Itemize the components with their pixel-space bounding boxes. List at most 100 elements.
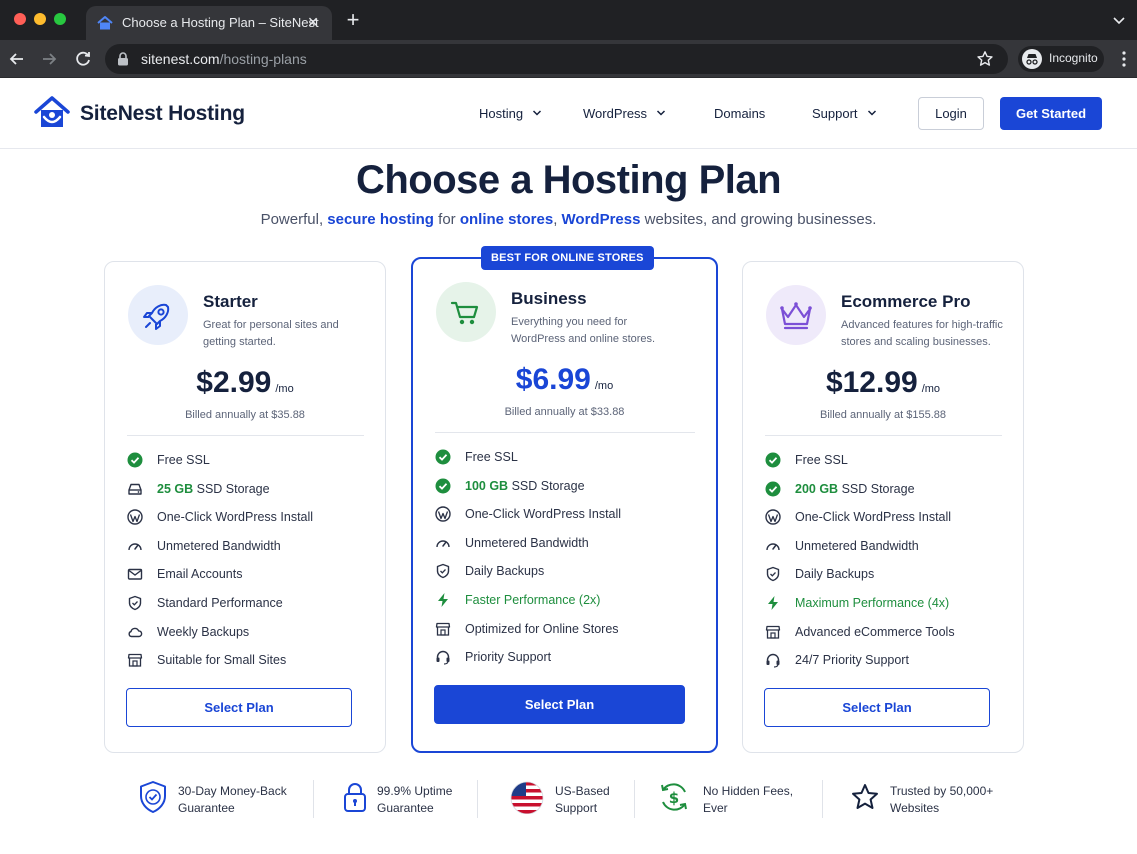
plan-card-business: BEST FOR ONLINE STORES Business Everythi… <box>411 246 718 753</box>
feature-item: One-Click WordPress Install <box>765 507 1010 536</box>
gauge-icon <box>128 543 142 550</box>
feature-label: One-Click WordPress Install <box>157 510 314 525</box>
price-period: /mo <box>921 383 941 395</box>
trust-line: Guarantee <box>178 801 235 815</box>
trust-divider <box>313 780 314 818</box>
url-path: /hosting-plans <box>219 51 307 67</box>
select-plan-button[interactable]: Select Plan <box>434 685 685 724</box>
window-maximize-button[interactable] <box>54 13 66 25</box>
feature-item: Unmetered Bandwidth <box>435 533 680 562</box>
incognito-profile-button[interactable]: Incognito <box>1018 46 1104 72</box>
price-row: $2.99/mo <box>105 366 385 400</box>
reload-icon[interactable] <box>72 48 94 70</box>
browser-tab-active[interactable]: Choose a Hosting Plan – SiteNest × <box>86 6 332 40</box>
check-circle-icon <box>435 478 451 494</box>
feature-label: One-Click WordPress Install <box>465 507 622 522</box>
trust-line: No Hidden Fees, <box>703 784 794 798</box>
plan-price: $12.99 <box>825 366 918 399</box>
plan-price: $6.99 <box>515 363 591 396</box>
feature-label: 25 GB SSD Storage <box>157 482 270 496</box>
subtitle-highlight: secure hosting <box>327 211 434 228</box>
billed-annually-note: Billed annually at $33.88 <box>504 406 625 418</box>
new-tab-icon[interactable]: + <box>342 9 364 31</box>
page-subtitle: Powerful, secure hosting for online stor… <box>0 211 1137 228</box>
best-for-online-stores-badge: BEST FOR ONLINE STORES <box>481 246 654 270</box>
lock-icon[interactable] <box>117 52 129 66</box>
feature-item: Free SSL <box>127 450 372 479</box>
select-plan-button[interactable]: Select Plan <box>764 688 990 727</box>
select-plan-button[interactable]: Select Plan <box>126 688 352 727</box>
url-text: sitenest.com/hosting-plans <box>141 51 307 67</box>
nav-label: Hosting <box>479 106 524 121</box>
crown-icon <box>780 302 812 330</box>
price-period: /mo <box>275 383 294 395</box>
headset-icon <box>766 654 780 668</box>
feature-item: Unmetered Bandwidth <box>127 536 372 565</box>
feature-label: Free SSL <box>465 450 518 464</box>
dollar-cycle-icon: $ <box>661 783 687 811</box>
bolt-icon <box>438 592 448 607</box>
feature-item: One-Click WordPress Install <box>127 507 372 536</box>
plan-card-ecommerce-pro: Ecommerce Pro Advanced features for high… <box>742 261 1024 753</box>
feature-item: Advanced eCommerce Tools <box>765 622 1010 651</box>
card-divider <box>435 432 695 433</box>
price-row: $6.99/mo <box>413 363 716 397</box>
feature-item: Priority Support <box>435 647 680 676</box>
feature-label: Priority Support <box>465 650 552 665</box>
feature-label: One-Click WordPress Install <box>795 510 952 525</box>
browser-menu-icon[interactable] <box>1116 49 1132 69</box>
plan-name: Ecommerce Pro <box>841 292 971 311</box>
feature-item: 100 GB SSD Storage <box>435 476 680 505</box>
plan-description: Everything you need for WordPress and on… <box>511 316 656 345</box>
bookmark-star-icon[interactable] <box>976 50 994 68</box>
hard-drive-icon <box>128 483 142 495</box>
us-flag-icon <box>510 781 544 814</box>
plan-icon-circle <box>128 285 188 345</box>
shield-icon <box>436 564 450 579</box>
login-button[interactable]: Login <box>918 97 984 130</box>
feature-label: Unmetered Bandwidth <box>795 538 919 553</box>
feature-label: Optimized for Online Stores <box>465 621 619 636</box>
storefront-icon <box>435 622 451 636</box>
brand-name[interactable]: SiteNest Hosting <box>80 102 245 126</box>
subtitle-part: for <box>433 211 460 228</box>
svg-text:$: $ <box>669 789 679 807</box>
trust-line: 30-Day Money-Back <box>178 784 287 798</box>
window-close-button[interactable] <box>14 13 26 25</box>
bolt-icon <box>768 595 778 610</box>
feature-list: Free SSL 25 GB SSD Storage One-Click Wor… <box>127 450 372 679</box>
window-minimize-button[interactable] <box>34 13 46 25</box>
trust-divider <box>477 780 478 818</box>
wordpress-icon <box>127 509 143 525</box>
trust-line: US-Based <box>555 784 610 798</box>
feature-item: 200 GB SSD Storage <box>765 479 1010 508</box>
back-arrow-icon[interactable] <box>6 48 28 70</box>
address-bar[interactable]: sitenest.com/hosting-plans <box>105 44 1008 74</box>
gauge-icon <box>766 543 780 550</box>
nav-domains[interactable]: Domains <box>714 106 765 121</box>
feature-label: Maximum Performance (4x) <box>795 595 950 610</box>
feature-item: Daily Backups <box>765 564 1010 593</box>
tab-search-chevron-icon[interactable] <box>1111 12 1127 28</box>
trust-text: 30-Day Money-Back Guarantee <box>178 783 287 817</box>
sitenest-logo-icon[interactable] <box>34 95 70 131</box>
nav-support[interactable]: Support <box>812 106 877 121</box>
nav-hosting[interactable]: Hosting <box>479 106 542 121</box>
forward-arrow-icon[interactable] <box>38 48 60 70</box>
chevron-down-icon <box>867 110 876 116</box>
storefront-icon <box>765 625 781 639</box>
feature-item: Email Accounts <box>127 564 372 593</box>
get-started-button[interactable]: Get Started <box>1000 97 1102 130</box>
nav-wordpress[interactable]: WordPress <box>583 106 666 121</box>
incognito-icon <box>1022 49 1042 69</box>
nav-label: Domains <box>714 106 766 121</box>
feature-item: Maximum Performance (4x) <box>765 593 1010 622</box>
feature-item: Optimized for Online Stores <box>435 619 680 648</box>
feature-item: 24/7 Priority Support <box>765 650 1010 679</box>
tab-close-icon[interactable]: × <box>302 11 324 33</box>
trust-text: 99.9% Uptime Guarantee <box>377 783 452 817</box>
feature-label: Weekly Backups <box>157 624 250 639</box>
browser-tab-strip: Choose a Hosting Plan – SiteNest × + <box>0 0 1137 40</box>
wordpress-icon <box>765 509 781 525</box>
cart-icon <box>450 301 479 325</box>
